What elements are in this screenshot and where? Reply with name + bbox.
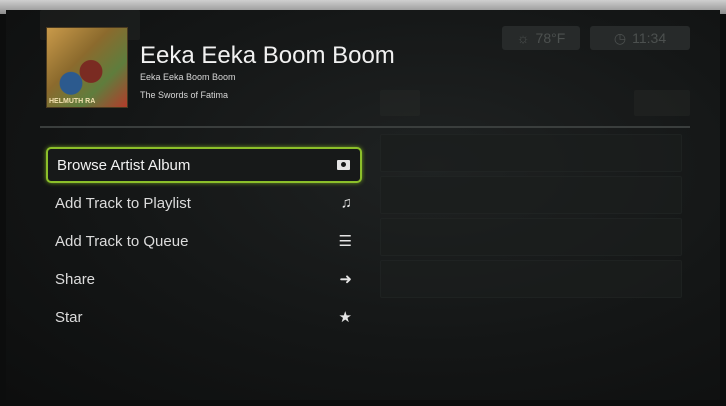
cover-caption: HELMUTH RA — [49, 98, 96, 105]
music-note-icon: ♫ — [340, 194, 352, 212]
clock-icon: ◷ — [613, 29, 627, 46]
clock-status: ◷ 11:34 — [590, 26, 690, 50]
weather-icon: ☼ — [516, 30, 530, 46]
menu-item-label: Add Track to Queue — [55, 232, 189, 250]
background-row — [380, 176, 682, 214]
arrow-right-icon: ➜ — [339, 271, 352, 288]
context-menu: Browse Artist Album Add Track to Playlis… — [46, 147, 362, 337]
menu-item-star[interactable]: Star ★ — [46, 299, 362, 335]
screen: ☼ 78°F ◷ 11:34 HELMUTH RA Eeka Eeka Boom… — [6, 10, 720, 400]
background-tile — [634, 90, 690, 116]
menu-item-label: Add Track to Playlist — [55, 194, 191, 212]
header-divider — [40, 126, 690, 128]
album-cover: HELMUTH RA — [46, 27, 128, 108]
background-row — [380, 218, 682, 256]
star-icon: ★ — [338, 309, 352, 326]
album-name: Eeka Eeka Boom Boom — [140, 72, 236, 82]
track-title: Eeka Eeka Boom Boom — [140, 42, 395, 69]
clock-text: 11:34 — [632, 30, 667, 46]
menu-item-add-track-to-queue[interactable]: Add Track to Queue ☰ — [46, 223, 362, 259]
background-row — [380, 260, 682, 298]
list-icon: ☰ — [338, 233, 352, 250]
menu-item-label: Browse Artist Album — [57, 156, 191, 174]
menu-item-label: Star — [55, 308, 83, 326]
background-row — [380, 134, 682, 172]
album-icon — [337, 160, 350, 170]
menu-item-add-track-to-playlist[interactable]: Add Track to Playlist ♫ — [46, 185, 362, 221]
menu-item-browse-artist-album[interactable]: Browse Artist Album — [46, 147, 362, 183]
background-tile — [380, 90, 420, 116]
weather-text: 78°F — [535, 30, 566, 46]
weather-status: ☼ 78°F — [502, 26, 580, 50]
menu-item-share[interactable]: Share ➜ — [46, 261, 362, 297]
artist-name: The Swords of Fatima — [140, 90, 229, 100]
menu-item-label: Share — [55, 270, 96, 288]
